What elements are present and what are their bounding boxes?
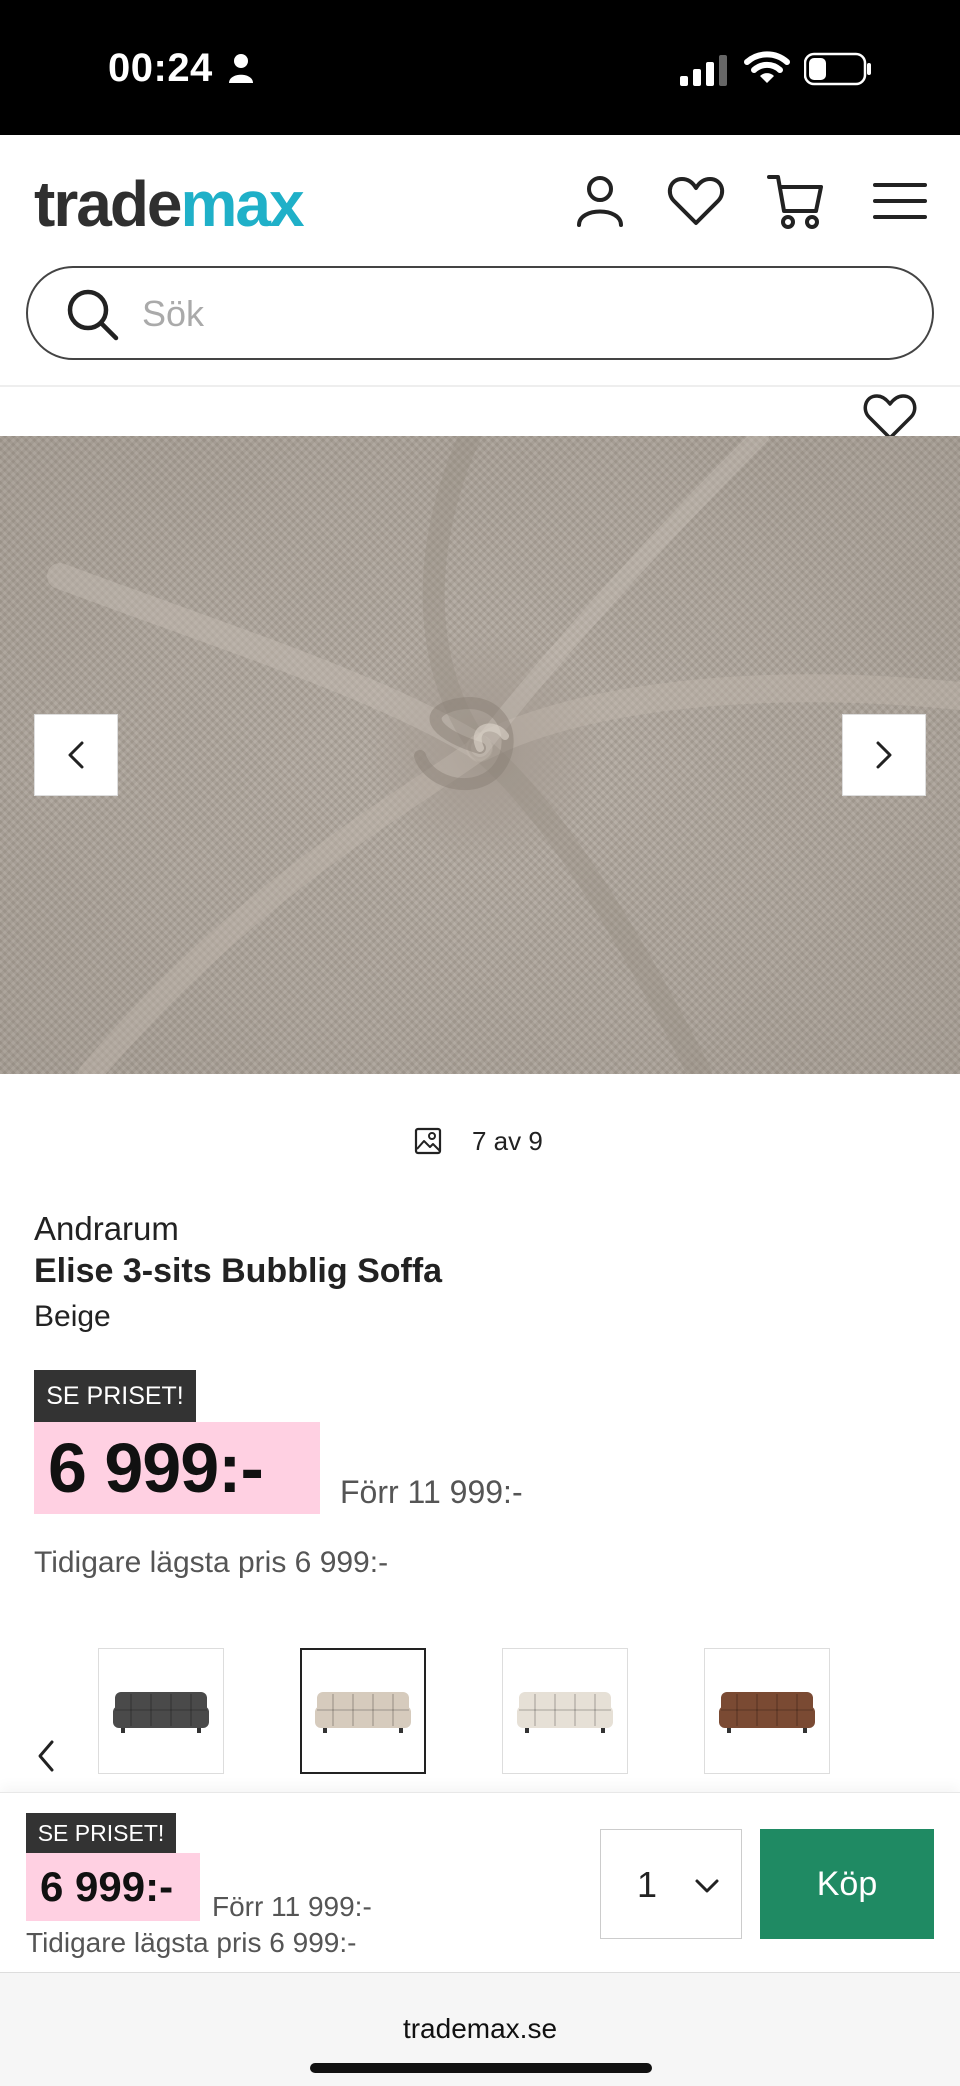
browser-url-bar[interactable]: trademax.se: [0, 1972, 960, 2086]
buybar-price-badge: SE PRISET!: [26, 1813, 176, 1853]
wifi-icon: [744, 51, 790, 83]
product-price: 6 999:-: [34, 1422, 320, 1514]
site-header: trademax: [0, 135, 960, 387]
logo-part2: max: [180, 168, 305, 240]
search-bar[interactable]: [26, 266, 934, 360]
buy-button[interactable]: Köp: [760, 1829, 934, 1939]
product-color: Beige: [34, 1300, 111, 1333]
home-indicator: [310, 2063, 652, 2073]
sofa-thumbnail: [315, 1692, 411, 1733]
variant-cream[interactable]: [502, 1648, 628, 1774]
logo-part1: trade: [34, 168, 182, 240]
search-icon: [67, 289, 119, 341]
cart-icon[interactable]: [766, 171, 826, 231]
quantity-value: 1: [637, 1864, 658, 1905]
product-wishlist-icon[interactable]: [862, 390, 918, 442]
chevron-down-icon: [695, 1879, 719, 1893]
person-icon: [229, 54, 253, 83]
menu-icon[interactable]: [870, 171, 930, 231]
product-image-gallery[interactable]: [0, 436, 960, 1074]
gallery-prev-button[interactable]: [34, 714, 118, 796]
battery-icon: [804, 52, 871, 86]
buybar-lowest-price: Tidigare lägsta pris 6 999:-: [26, 1927, 357, 1958]
signal-icon: [680, 55, 727, 86]
fabric-image: [0, 436, 960, 1074]
chevron-left-icon: [68, 741, 84, 769]
sticky-buy-bar: SE PRISET! 6 999:- Förr 11 999:- Tidigar…: [0, 1792, 960, 1972]
search-input[interactable]: [142, 284, 902, 344]
trademax-logo[interactable]: trademax: [34, 167, 305, 241]
sofa-thumbnail: [517, 1692, 613, 1733]
url-text: trademax.se: [402, 2013, 558, 2044]
variants-prev-icon[interactable]: [32, 1738, 62, 1774]
gallery-next-button[interactable]: [842, 714, 926, 796]
variant-dark-grey[interactable]: [98, 1648, 224, 1774]
quantity-select[interactable]: 1: [600, 1829, 742, 1939]
buybar-was-price: Förr 11 999:-: [212, 1891, 372, 1922]
buybar-price: 6 999:-: [26, 1853, 200, 1921]
account-icon[interactable]: [570, 171, 630, 231]
price-badge: SE PRISET!: [34, 1370, 196, 1422]
was-price: Förr 11 999:-: [340, 1474, 523, 1510]
product-title: Elise 3-sits Bubblig Soffa: [34, 1252, 443, 1290]
image-icon: [414, 1127, 442, 1155]
status-time: 00:24: [108, 46, 213, 90]
wishlist-icon[interactable]: [666, 171, 726, 231]
status-bar: 00:24: [0, 0, 960, 135]
gallery-counter-text: 7 av 9: [472, 1125, 543, 1156]
sofa-thumbnail: [113, 1692, 209, 1733]
variant-brown[interactable]: [704, 1648, 830, 1774]
variant-beige[interactable]: [300, 1648, 426, 1774]
lowest-price-note: Tidigare lägsta pris 6 999:-: [34, 1546, 389, 1579]
chevron-right-icon: [876, 741, 892, 769]
product-brand[interactable]: Andrarum: [34, 1210, 179, 1248]
gallery-counter: 7 av 9: [414, 1124, 543, 1158]
sofa-thumbnail: [719, 1692, 815, 1733]
